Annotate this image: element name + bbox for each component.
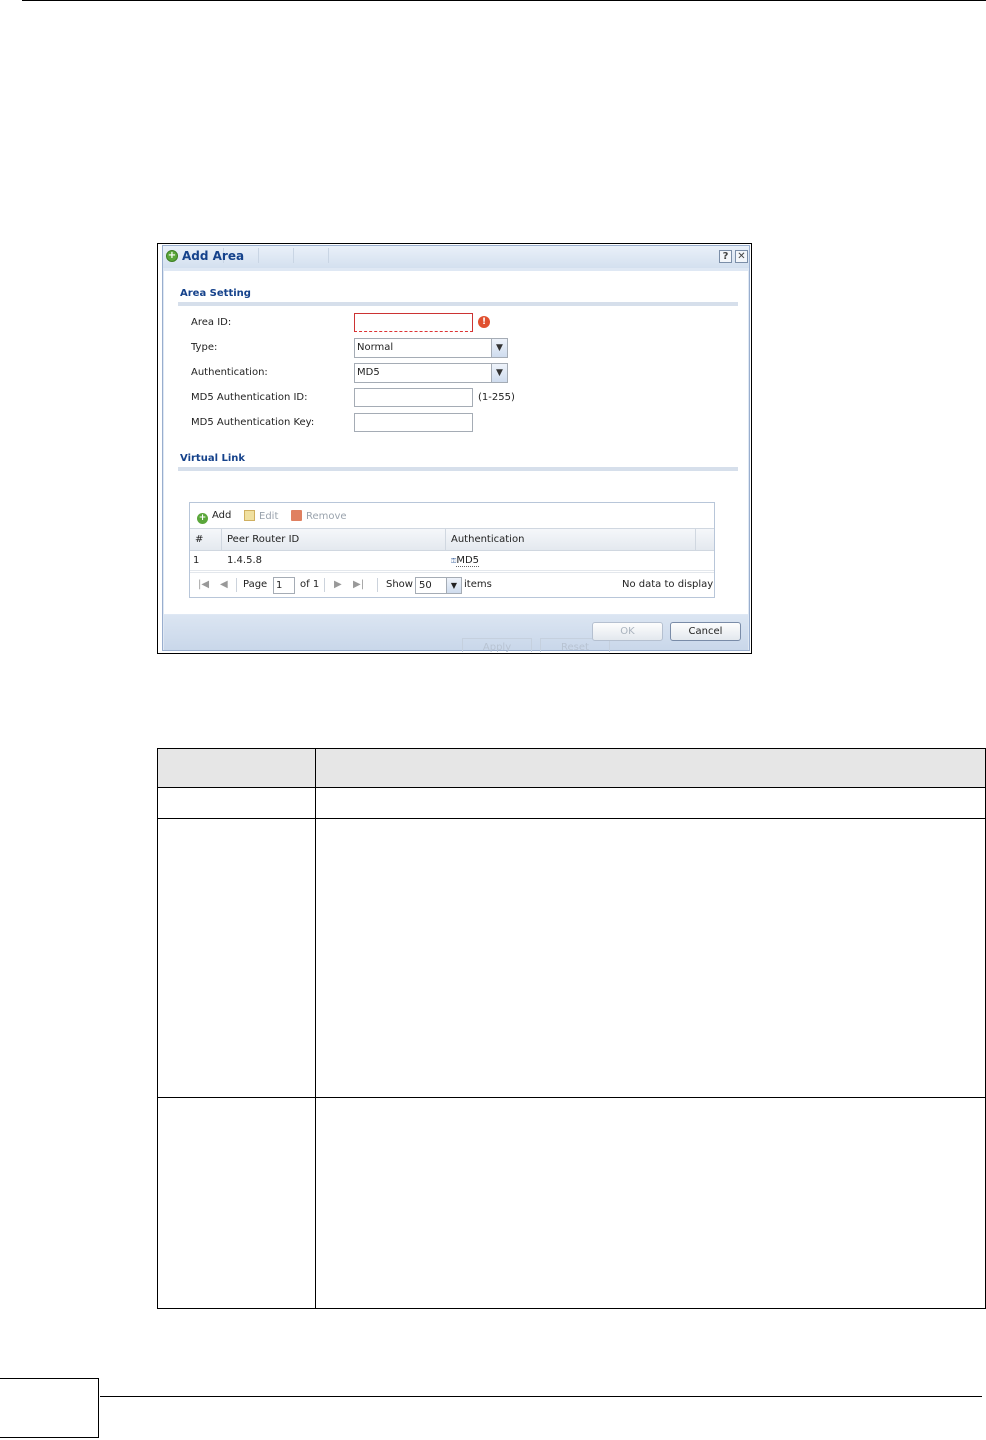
page-number-box bbox=[0, 1378, 99, 1438]
grid-header: # Peer Router ID Authentication bbox=[190, 528, 714, 551]
ghost-apply-button: Apply bbox=[462, 638, 532, 653]
row-peer-router-id: 1.4.5.8 bbox=[227, 555, 262, 566]
add-button[interactable]: + Add bbox=[197, 510, 231, 524]
type-selected-value: Normal bbox=[357, 342, 394, 353]
area-id-input[interactable] bbox=[354, 313, 473, 332]
row-index: 1 bbox=[193, 555, 200, 566]
page-count: of 1 bbox=[300, 579, 320, 590]
last-page-icon[interactable]: ▶| bbox=[353, 579, 364, 590]
area-id-label: Area ID: bbox=[191, 317, 232, 328]
footer-rule bbox=[100, 1396, 982, 1397]
pager-divider bbox=[377, 578, 378, 592]
authentication-select[interactable]: MD5 ▼ bbox=[354, 363, 508, 383]
authentication-selected-value: MD5 bbox=[357, 367, 380, 378]
chevron-down-icon[interactable]: ▼ bbox=[491, 364, 507, 382]
error-icon: ! bbox=[478, 316, 490, 328]
section-divider bbox=[178, 467, 738, 471]
page-number-input[interactable]: 1 bbox=[273, 577, 295, 594]
add-label: Add bbox=[212, 510, 232, 521]
dialog-footer: Apply Reset OK Cancel bbox=[164, 615, 748, 653]
first-page-icon[interactable]: |◀ bbox=[198, 579, 209, 590]
add-icon: + bbox=[197, 513, 208, 524]
dialog-title: Add Area bbox=[182, 249, 245, 263]
page-size-value: 50 bbox=[419, 580, 432, 591]
show-label: Show bbox=[386, 579, 413, 590]
virtual-link-heading: Virtual Link bbox=[180, 453, 246, 464]
grid-pager: |◀ ◀ Page 1 of 1 ▶ ▶| Show 50 ▼ items No… bbox=[190, 572, 714, 598]
dialog-content: Area Setting Area ID: ! Type: Normal ▼ A… bbox=[164, 271, 748, 614]
edit-icon bbox=[244, 510, 255, 521]
row-authentication-value[interactable]: MD5 bbox=[456, 555, 480, 567]
section-divider bbox=[178, 302, 738, 306]
md5-id-range-hint: (1-255) bbox=[478, 392, 515, 403]
edit-label: Edit bbox=[259, 511, 279, 522]
row-authentication: ⚿MD5 bbox=[448, 551, 480, 571]
edit-button[interactable]: Edit bbox=[244, 510, 278, 522]
remove-label: Remove bbox=[306, 511, 347, 522]
type-label: Type: bbox=[191, 342, 218, 353]
ghost-tab bbox=[258, 248, 271, 263]
type-select[interactable]: Normal ▼ bbox=[354, 338, 508, 358]
column-peer-router-id[interactable]: Peer Router ID bbox=[222, 529, 446, 550]
add-icon: + bbox=[166, 250, 178, 262]
column-divider bbox=[315, 749, 316, 1308]
row-divider bbox=[158, 818, 985, 819]
previous-page-icon[interactable]: ◀ bbox=[220, 579, 228, 590]
column-authentication[interactable]: Authentication bbox=[446, 529, 696, 550]
remove-button[interactable]: Remove bbox=[291, 510, 347, 522]
add-area-dialog: + Add Area ? ✕ Area Setting Area ID: ! T… bbox=[162, 245, 750, 653]
pager-divider bbox=[324, 578, 325, 592]
md5-key-label: MD5 Authentication Key: bbox=[191, 417, 315, 428]
page-label: Page bbox=[243, 579, 268, 590]
row-divider bbox=[158, 1097, 985, 1098]
table-row[interactable]: 1 1.4.5.8 ⚿MD5 bbox=[190, 551, 714, 571]
ghost-tab bbox=[293, 248, 306, 263]
trash-icon bbox=[291, 510, 302, 521]
md5-id-input[interactable] bbox=[354, 388, 473, 407]
md5-key-input[interactable] bbox=[354, 413, 473, 432]
pager-divider bbox=[236, 578, 237, 592]
md5-id-label: MD5 Authentication ID: bbox=[191, 392, 308, 403]
area-setting-heading: Area Setting bbox=[180, 288, 251, 299]
cancel-button[interactable]: Cancel bbox=[670, 622, 741, 641]
virtual-link-grid: + Add Edit Remove # Peer Router ID Authen… bbox=[189, 502, 715, 598]
header-rule bbox=[22, 0, 986, 1]
page-size-select[interactable]: 50 ▼ bbox=[415, 577, 462, 594]
column-index[interactable]: # bbox=[190, 529, 222, 550]
ghost-tab bbox=[328, 248, 341, 263]
authentication-label: Authentication: bbox=[191, 367, 268, 378]
close-icon[interactable]: ✕ bbox=[735, 250, 748, 263]
chevron-down-icon[interactable]: ▼ bbox=[446, 578, 461, 593]
items-label: items bbox=[464, 579, 492, 590]
chevron-down-icon[interactable]: ▼ bbox=[491, 339, 507, 357]
pager-status: No data to display bbox=[622, 579, 714, 590]
ok-button[interactable]: OK bbox=[592, 622, 663, 641]
next-page-icon[interactable]: ▶ bbox=[334, 579, 342, 590]
help-icon[interactable]: ? bbox=[719, 250, 732, 263]
description-table bbox=[157, 748, 986, 1309]
table-header-row bbox=[158, 749, 985, 788]
dialog-titlebar: + Add Area ? ✕ bbox=[163, 246, 749, 268]
